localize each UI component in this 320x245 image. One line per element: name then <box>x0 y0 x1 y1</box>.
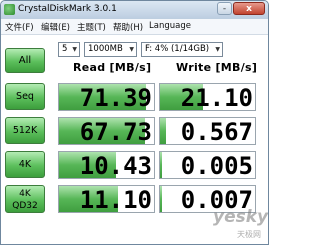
4k-qd32-write-bar <box>160 186 162 212</box>
minimize-button[interactable]: - <box>217 2 232 15</box>
menu-language[interactable]: Language <box>149 21 191 31</box>
4k-read-cell: 10.43 <box>58 151 155 179</box>
run-all-button[interactable]: All <box>5 48 45 73</box>
write-header: Write [MB/s] <box>176 61 258 74</box>
menu-file[interactable]: 文件(F) <box>5 21 34 33</box>
drive-select[interactable]: F: 4% (1/14GB) ▼ <box>141 42 223 57</box>
watermark-logo: yesky <box>213 207 269 227</box>
seq-write-cell: 21.10 <box>159 83 256 111</box>
seq-test-button[interactable]: Seq <box>5 83 45 110</box>
seq-write-value: 21.10 <box>180 84 253 111</box>
512k-test-button[interactable]: 512K <box>5 117 45 144</box>
4k-test-button[interactable]: 4K <box>5 151 45 178</box>
4k-qd32-test-button[interactable]: 4K QD32 <box>5 185 45 213</box>
4k-write-value: 0.005 <box>180 152 253 179</box>
512k-read-value: 67.73 <box>79 118 152 145</box>
4k-write-cell: 0.005 <box>159 151 256 179</box>
app-logo-icon <box>4 4 15 15</box>
menu-edit[interactable]: 编辑(E) <box>41 21 70 33</box>
menu-bar: 文件(F) 编辑(E) 主题(T) 帮助(H) Language <box>1 19 268 35</box>
4k-write-bar <box>160 152 162 178</box>
512k-write-value: 0.567 <box>180 118 253 145</box>
size-value: 1000MB <box>88 44 123 54</box>
4k-qd32-read-value: 11.10 <box>79 186 152 213</box>
chevron-down-icon: ▼ <box>215 46 220 53</box>
512k-write-bar <box>160 118 166 144</box>
seq-read-cell: 71.39 <box>58 83 155 111</box>
4k-qd32-read-cell: 11.10 <box>58 185 155 213</box>
512k-write-cell: 0.567 <box>159 117 256 145</box>
4k-read-value: 10.43 <box>79 152 152 179</box>
watermark-subtext: 天极网 <box>237 230 261 239</box>
menu-theme[interactable]: 主题(T) <box>77 21 106 33</box>
runs-value: 5 <box>62 44 68 54</box>
window-title: CrystalDiskMark 3.0.1 <box>18 4 117 14</box>
chevron-down-icon: ▼ <box>72 46 77 53</box>
drive-value: F: 4% (1/14GB) <box>145 44 210 54</box>
close-button[interactable]: x <box>233 2 265 15</box>
chevron-down-icon: ▼ <box>129 46 134 53</box>
size-select[interactable]: 1000MB ▼ <box>84 42 137 57</box>
read-header: Read [MB/s] <box>73 61 152 74</box>
menu-help[interactable]: 帮助(H) <box>113 21 143 33</box>
seq-read-value: 71.39 <box>79 84 152 111</box>
title-bar[interactable]: CrystalDiskMark 3.0.1 - x <box>1 1 268 19</box>
runs-select[interactable]: 5 ▼ <box>58 42 80 57</box>
app-window: CrystalDiskMark 3.0.1 - x 文件(F) 编辑(E) 主题… <box>0 0 269 245</box>
512k-read-cell: 67.73 <box>58 117 155 145</box>
